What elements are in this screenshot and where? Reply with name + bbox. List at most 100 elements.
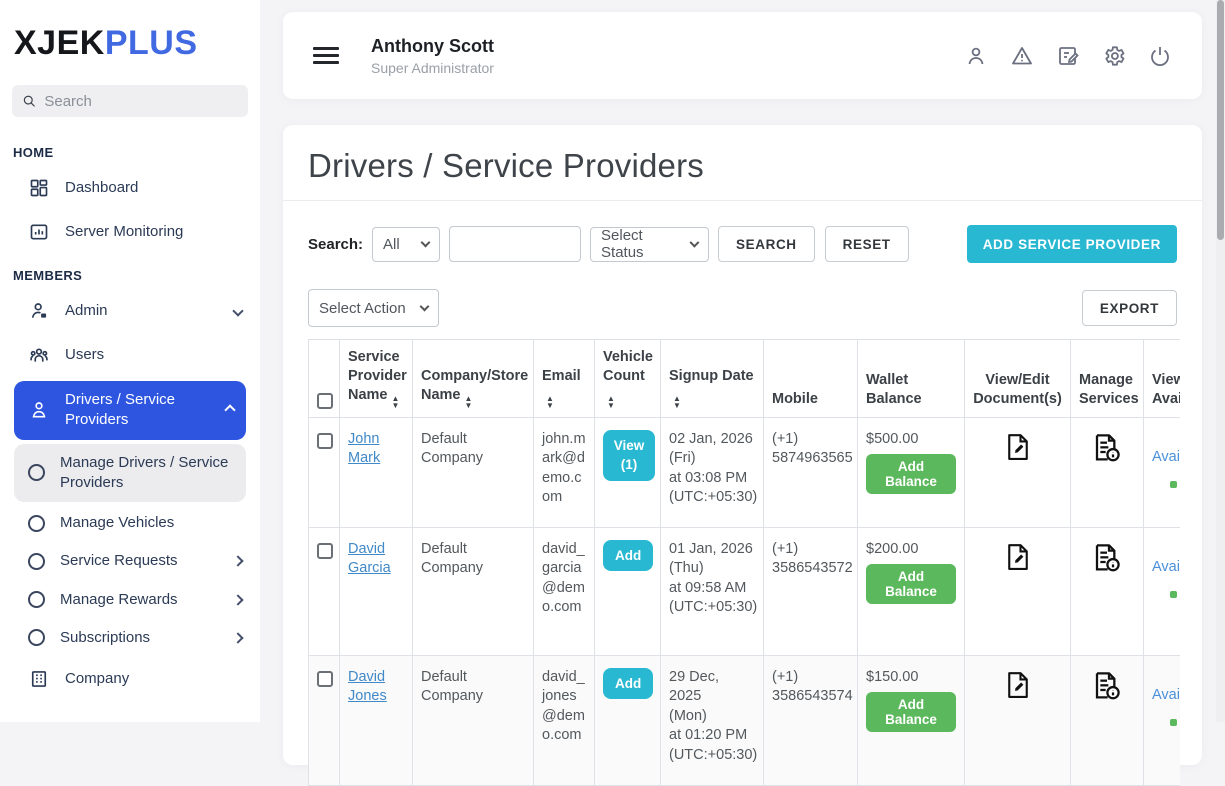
sidebar-item-subscriptions[interactable]: Subscriptions (0, 619, 260, 657)
chevron-up-icon (224, 404, 236, 416)
email-cell: david_garcia@demo.com (533, 526, 595, 656)
sidebar-item-drivers-service-providers[interactable]: Drivers / Service Providers (14, 381, 246, 440)
sidebar-item-label: Server Monitoring (65, 222, 184, 240)
scrollbar-thumb[interactable] (1217, 0, 1224, 240)
user-name: Anthony Scott (371, 35, 494, 56)
content-card: Drivers / Service Providers Search: All … (283, 125, 1202, 786)
form-edit-icon[interactable] (1056, 44, 1080, 68)
logo-text-blue: PLUS (104, 24, 198, 62)
sidebar-search-input[interactable] (44, 92, 238, 110)
sidebar-item-server-monitoring[interactable]: Server Monitoring (0, 210, 260, 254)
dashboard-grid-icon (28, 177, 50, 199)
users-group-icon (28, 344, 50, 366)
sidebar-search[interactable] (12, 85, 248, 117)
col-view-edit-documents: View/Edit Document(s) (964, 339, 1071, 418)
signup-date-cell: 02 Jan, 2026 (Fri) at 03:08 PM (UTC:+05:… (660, 416, 764, 528)
sidebar: XJEKPLUS HOME Dashboard Server Monitorin… (0, 0, 260, 722)
manage-services-icon[interactable] (1091, 432, 1123, 471)
availability-link[interactable]: Available (1152, 558, 1180, 578)
search-icon (23, 95, 35, 107)
signup-date-cell: 01 Jan, 2026 (Thu) at 09:58 AM (UTC:+05:… (660, 526, 764, 656)
search-button[interactable]: SEARCH (718, 226, 815, 262)
manage-services-icon[interactable] (1091, 670, 1123, 709)
sidebar-item-company[interactable]: Company (0, 657, 260, 701)
col-email[interactable]: Email ▲ ▼ (533, 339, 595, 418)
add-balance-button[interactable]: Add Balance (866, 454, 956, 495)
sidebar-item-manage-drivers[interactable]: Manage Drivers / Service Providers (14, 443, 246, 502)
availability-link[interactable]: Available (1152, 686, 1180, 706)
add-vehicle-button[interactable]: Add (603, 539, 654, 571)
sidebar-item-manage-vehicles[interactable]: Manage Vehicles (0, 504, 260, 542)
driver-person-icon (28, 399, 50, 421)
radio-circle-icon (28, 514, 45, 532)
col-provider-name[interactable]: Service Provider Name ▲ ▼ (339, 339, 413, 418)
page-title: Drivers / Service Providers (308, 147, 704, 184)
sidebar-item-users[interactable]: Users (0, 333, 260, 377)
col-signup-date[interactable]: Signup Date ▲ ▼ (660, 339, 764, 418)
radio-circle-icon (28, 629, 45, 647)
row-checkbox[interactable] (317, 542, 333, 559)
search-text-input[interactable] (449, 226, 582, 262)
status-selected-value: Select Status (601, 227, 644, 261)
add-balance-button[interactable]: Add Balance (866, 564, 956, 605)
col-company-name[interactable]: Company/Store Name ▲ ▼ (412, 339, 534, 418)
search-field-select[interactable]: All (372, 226, 441, 262)
sidebar-item-label: Company (65, 669, 130, 687)
document-edit-icon[interactable] (1003, 542, 1033, 579)
title-divider (283, 200, 1202, 201)
sidebar-item-label: Manage Vehicles (60, 514, 175, 531)
table-row: John Mark Default Company john.mark@demo… (308, 416, 1180, 528)
availability-indicator (1170, 719, 1177, 727)
sort-icon: ▲ ▼ (607, 393, 615, 410)
row-checkbox[interactable] (317, 432, 333, 449)
profile-icon[interactable] (964, 44, 988, 68)
col-manage-services: Manage Services (1070, 339, 1144, 418)
availability-link[interactable]: Available (1152, 448, 1180, 468)
power-logout-icon[interactable] (1148, 44, 1172, 68)
admin-user-lock-icon (28, 300, 50, 322)
sidebar-item-admin[interactable]: Admin (0, 289, 260, 333)
chevron-right-icon (232, 593, 244, 606)
sidebar-item-manage-rewards[interactable]: Manage Rewards (0, 581, 260, 619)
alert-triangle-icon[interactable] (1010, 44, 1034, 68)
mobile-cell: (+1) 5874963565 (763, 416, 858, 528)
row-checkbox[interactable] (317, 670, 333, 687)
col-vehicle-count[interactable]: Vehicle Count ▲ ▼ (594, 339, 661, 418)
chevron-down-icon (689, 237, 700, 248)
add-vehicle-button[interactable]: Add (603, 667, 654, 699)
main-area: Anthony Scott Super Administrator Driver… (260, 0, 1225, 786)
col-wallet-balance: Wallet Balance (857, 339, 965, 418)
chevron-right-icon (232, 555, 244, 568)
add-service-provider-button[interactable]: ADD SERVICE PROVIDER (966, 225, 1177, 263)
settings-gear-icon[interactable] (1102, 44, 1126, 68)
sort-icon: ▲ ▼ (464, 393, 473, 410)
table-header-row: Service Provider Name ▲ ▼ Company/Store Na… (308, 339, 1180, 418)
provider-name-link[interactable]: David Jones (348, 669, 387, 705)
signup-date-cell: 29 Dec, 2025 (Mon) at 01:20 PM (UTC:+05:… (660, 654, 764, 786)
bulk-action-select[interactable]: Select Action (308, 289, 439, 327)
wallet-balance-value: $200.00 (866, 540, 919, 557)
sidebar-item-dashboard[interactable]: Dashboard (0, 166, 260, 210)
col-view-availability: View Availability (1143, 339, 1180, 418)
sidebar-item-label: Subscriptions (60, 628, 151, 646)
select-all-checkbox[interactable] (317, 392, 333, 409)
sidebar-item-service-requests[interactable]: Service Requests (0, 542, 260, 580)
chevron-down-icon (232, 305, 244, 317)
radio-circle-icon (28, 591, 45, 609)
hamburger-menu-icon[interactable] (313, 47, 339, 64)
sidebar-item-label: Drivers / Service Providers (65, 391, 176, 429)
reset-button[interactable]: RESET (824, 226, 909, 262)
view-vehicles-button[interactable]: View (1) (603, 429, 655, 482)
document-edit-icon[interactable] (1003, 670, 1033, 707)
app-logo[interactable]: XJEKPLUS (0, 0, 260, 73)
provider-name-link[interactable]: David Garcia (348, 541, 391, 577)
page-scrollbar[interactable] (1216, 0, 1225, 722)
export-button[interactable]: EXPORT (1081, 290, 1177, 326)
add-balance-button[interactable]: Add Balance (866, 692, 956, 733)
manage-services-icon[interactable] (1091, 542, 1123, 581)
building-icon (28, 668, 50, 690)
provider-name-link[interactable]: John Mark (348, 431, 380, 467)
document-edit-icon[interactable] (1003, 432, 1033, 469)
logo-text-black: XJEK (14, 24, 105, 62)
status-select[interactable]: Select Status (590, 226, 710, 262)
